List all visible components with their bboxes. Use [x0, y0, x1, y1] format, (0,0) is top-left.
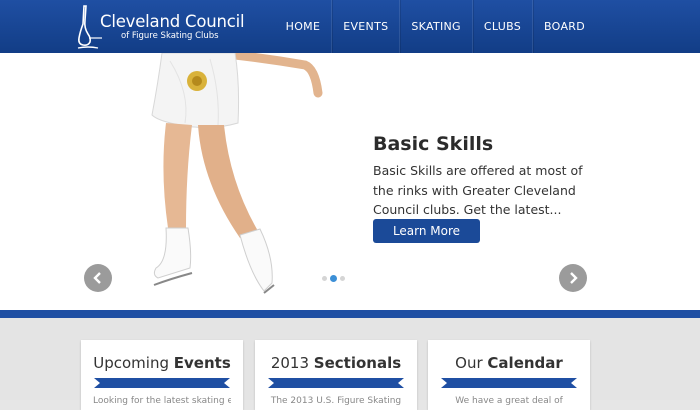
ribbon-banner [441, 378, 577, 388]
ribbon-banner [268, 378, 404, 388]
ribbon-banner [94, 378, 230, 388]
figure-skater-image [151, 53, 323, 294]
nav-item-board[interactable]: BOARD [532, 0, 596, 53]
card-text: The 2013 U.S. Figure Skating [270, 396, 402, 406]
chevron-right-icon [570, 272, 578, 284]
feature-area: Upcoming Events Looking for the latest s… [0, 318, 700, 410]
nav-item-clubs[interactable]: CLUBS [471, 0, 532, 53]
nav-item-home[interactable]: HOME [275, 0, 332, 53]
chevron-left-icon [93, 272, 101, 284]
logo-title: Cleveland Council [100, 12, 245, 31]
slide-text: Basic Skills are offered at most of the … [373, 163, 583, 217]
slide-dot-active[interactable] [330, 275, 337, 282]
main-nav: HOME EVENTS SKATING CLUBS BOARD [275, 0, 596, 53]
site-header: Cleveland Council of Figure Skating Club… [0, 0, 700, 53]
learn-more-button[interactable]: Learn More [373, 219, 480, 243]
card-text: We have a great deal of [455, 396, 563, 406]
card-title: Upcoming Events [93, 354, 231, 372]
section-divider [0, 310, 700, 318]
slide-title: Basic Skills [373, 133, 494, 155]
site-logo[interactable]: Cleveland Council of Figure Skating Club… [74, 4, 245, 50]
nav-item-skating[interactable]: SKATING [399, 0, 472, 53]
card-title: 2013 Sectionals [270, 354, 402, 372]
next-slide-button[interactable] [559, 264, 587, 292]
hero-slider: Basic Skills Basic Skills are offered at… [0, 53, 700, 311]
slide-indicators [322, 275, 345, 282]
logo-subtitle: of Figure Skating Clubs [121, 31, 219, 41]
slide-dot[interactable] [322, 276, 327, 281]
card-text: Looking for the latest skating events [93, 396, 231, 406]
prev-slide-button[interactable] [84, 264, 112, 292]
slide-dot[interactable] [340, 276, 345, 281]
nav-item-events[interactable]: EVENTS [331, 0, 399, 53]
card-title: Our Calendar [455, 354, 563, 372]
